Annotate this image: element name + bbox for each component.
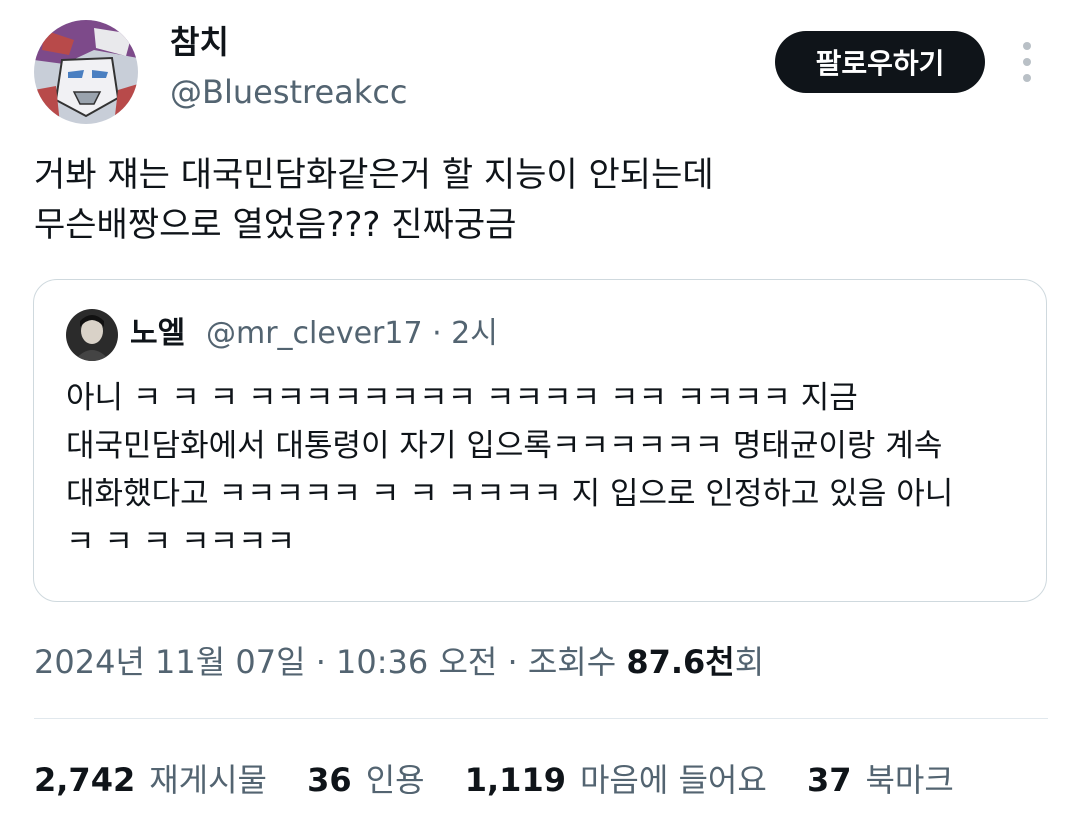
stat-likes[interactable]: 1,119 마음에 들어요 — [465, 761, 767, 799]
stat-count: 37 — [806, 761, 852, 799]
stat-quotes[interactable]: 36 인용 — [307, 761, 424, 799]
divider — [34, 718, 1048, 719]
views-suffix: 회 — [734, 643, 765, 681]
robot-avatar-icon — [34, 20, 138, 124]
timestamp-date[interactable]: 2024년 11월 07일 · 10:36 오전 · 조회수 — [34, 643, 626, 681]
quoted-author-avatar — [66, 309, 118, 361]
stat-bookmarks[interactable]: 37 북마크 — [807, 761, 954, 799]
views-count: 87.6천 — [626, 643, 735, 681]
tweet-text: 거봐 쟤는 대국민담화같은거 할 지능이 안되는데 무슨배짱으로 열었음??? … — [34, 155, 714, 245]
stat-count: 36 — [307, 761, 352, 799]
more-vertical-icon[interactable] — [1012, 40, 1042, 84]
stat-reposts[interactable]: 2,742 재게시물 — [34, 761, 267, 799]
stat-count: 1,119 — [464, 761, 566, 799]
more-dot — [1023, 74, 1031, 82]
person-avatar-icon — [66, 309, 118, 361]
stat-label: 마음에 들어요 — [579, 761, 767, 799]
engagement-stats: 2,742 재게시물 36 인용 1,119 마음에 들어요 37 북마크 — [34, 758, 984, 802]
more-dot — [1023, 42, 1031, 50]
quoted-tweet-text: 아니 ㅋ ㅋ ㅋ ㅋㅋㅋㅋㅋㅋㅋㅋ ㅋㅋㅋㅋ ㅋㅋ ㅋㅋㅋㅋ 지금 대국민담화에… — [66, 380, 954, 560]
quoted-display-name: 노엘 — [130, 316, 186, 351]
quoted-handle-time: @mr_clever17 · 2시 — [206, 316, 498, 351]
author-display-name[interactable]: 참치 — [170, 22, 229, 62]
author-avatar[interactable] — [34, 20, 138, 124]
follow-button[interactable]: 팔로우하기 — [775, 31, 985, 93]
tweet-timestamp: 2024년 11월 07일 · 10:36 오전 · 조회수 87.6천회 — [34, 640, 764, 684]
stat-label: 북마크 — [865, 761, 954, 799]
stat-label: 인용 — [365, 761, 425, 799]
stat-label: 재게시물 — [149, 761, 267, 799]
stat-count: 2,742 — [34, 761, 136, 799]
more-dot — [1023, 58, 1031, 66]
author-handle[interactable]: @Bluestreakcc — [170, 72, 408, 112]
